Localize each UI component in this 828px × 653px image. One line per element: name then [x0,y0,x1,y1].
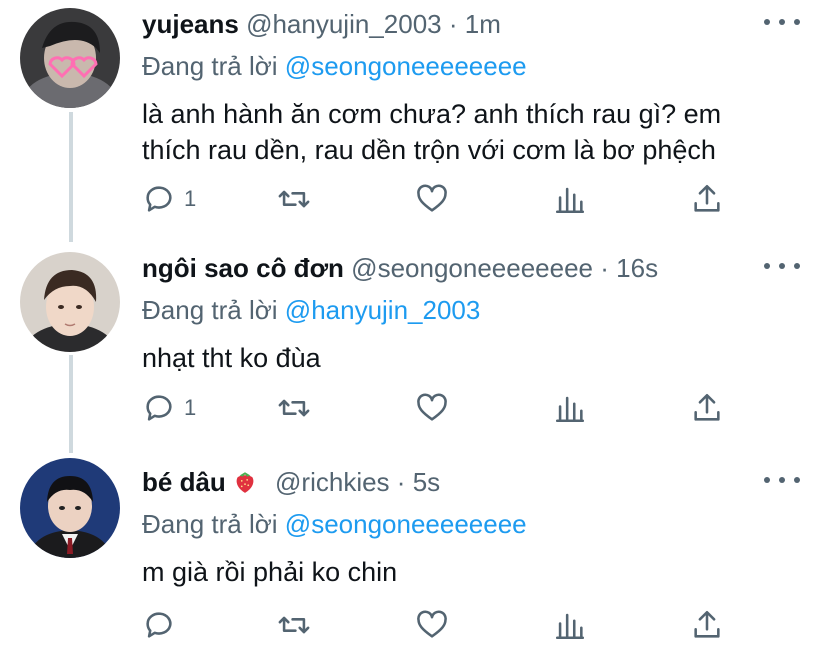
tweet-text-line: nhạt tht ko đùa [142,343,321,373]
avatar-image [20,458,120,558]
retweet-icon [278,616,310,634]
tweet-header: yujeans @hanyujin_2003 · 1m [142,8,501,40]
separator-dot: · [448,9,458,39]
tweet-actions: 1 [142,179,742,219]
tweet-text: nhạt tht ko đùa [142,340,782,376]
replying-to: Đang trả lời @seongoneeeeeeee [142,508,527,540]
tweet-text-line: thích rau dền, rau dền trộn với cơm là b… [142,135,716,165]
avatar-image [20,8,120,108]
separator-dot: · [396,467,406,497]
tweet-text: m già rồi phải ko chin [142,554,782,590]
tweet-actions: 1 [142,388,742,428]
analytics-button[interactable] [553,605,587,645]
reply-count: 1 [184,395,197,420]
share-button[interactable] [690,605,724,645]
thread-connector [69,355,73,453]
display-name[interactable]: ngôi sao cô đơn [142,253,344,283]
like-button[interactable] [415,605,449,645]
timestamp[interactable]: 1m [465,9,501,39]
share-button[interactable] [690,179,724,219]
strawberry-icon [236,472,254,493]
separator-dot: · [600,253,609,283]
tweet-text: là anh hành ăn cơm chưa? anh thích rau g… [142,96,782,168]
like-button[interactable] [415,179,449,219]
mention-link[interactable]: @seongoneeeeeeee [285,51,527,81]
tweet-text-line: m già rồi phải ko chin [142,557,398,587]
analytics-button[interactable] [553,179,587,219]
retweet-button[interactable] [277,388,311,428]
user-handle[interactable]: @seongoneeeeeeee [351,253,593,283]
replying-to-label: Đang trả lời [142,295,278,325]
analytics-icon [555,187,585,214]
replying-to-label: Đang trả lời [142,509,278,539]
analytics-button[interactable] [553,388,587,428]
reply-button[interactable]: 1 [142,388,196,428]
display-name[interactable]: bé dâu [142,467,226,497]
like-button[interactable] [415,388,449,428]
tweet-text-line: là anh hành ăn cơm chưa? anh thích rau g… [142,99,722,129]
share-button[interactable] [690,388,724,428]
timestamp[interactable]: 16s [616,253,658,283]
tweet-header: ngôi sao cô đơn @seongoneeeeeeee · 16s [142,252,658,284]
user-handle[interactable]: @richkies [275,467,390,497]
replying-to: Đang trả lời @hanyujin_2003 [142,294,480,326]
mention-link[interactable]: @seongoneeeeeeee [285,509,527,539]
analytics-icon [555,396,585,423]
more-options-icon[interactable] [764,12,800,32]
reply-icon [146,186,172,212]
heart-icon [417,184,447,212]
analytics-icon [555,613,585,640]
display-name[interactable]: yujeans [142,9,239,39]
thread-connector [69,112,73,242]
user-handle[interactable]: @hanyujin_2003 [246,9,442,39]
avatar[interactable] [20,252,120,352]
reply-icon [146,395,172,421]
reply-button[interactable] [142,605,184,645]
retweet-icon [278,190,310,208]
reply-icon [146,612,172,638]
retweet-button[interactable] [277,179,311,219]
heart-icon [417,610,447,638]
replying-to: Đang trả lời @seongoneeeeeeee [142,50,527,82]
avatar-image [20,252,120,352]
replying-to-label: Đang trả lời [142,51,278,81]
mention-link[interactable]: @hanyujin_2003 [285,295,481,325]
retweet-button[interactable] [277,605,311,645]
reply-count: 1 [184,186,197,211]
tweet-header: bé dâu @richkies · 5s [142,466,440,498]
share-icon [694,184,720,212]
retweet-icon [278,399,310,417]
timestamp[interactable]: 5s [413,467,440,497]
more-options-icon[interactable] [764,470,800,490]
avatar[interactable] [20,8,120,108]
avatar[interactable] [20,458,120,558]
more-options-icon[interactable] [764,256,800,276]
reply-button[interactable]: 1 [142,179,196,219]
heart-icon [417,393,447,421]
share-icon [694,393,720,421]
tweet-actions [142,605,742,645]
share-icon [694,610,720,638]
